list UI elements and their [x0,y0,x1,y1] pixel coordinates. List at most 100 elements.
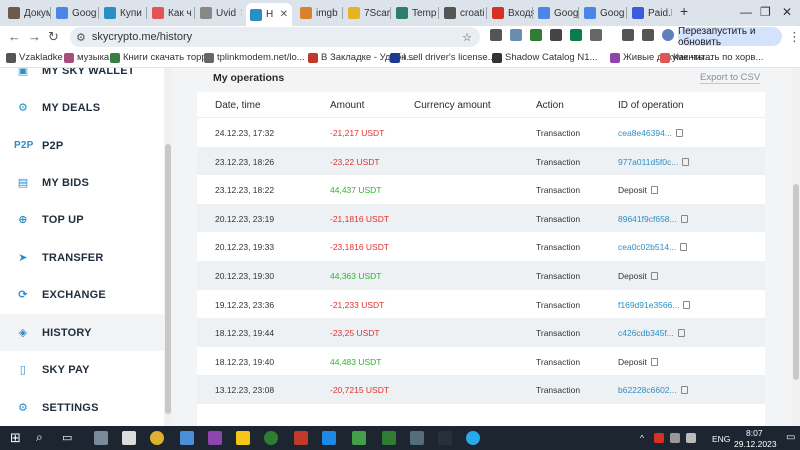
extension-green-icon[interactable] [530,29,542,41]
sidebar-item-exchange[interactable]: ⟳ EXCHANGE [0,276,164,313]
browser-tab[interactable]: Входя✕ [488,3,534,23]
copy-icon[interactable] [680,214,688,223]
settings-gear-icon[interactable] [122,431,136,445]
tab-close-icon[interactable]: ✕ [280,9,288,20]
menu-kebab-icon[interactable]: ⋮ [788,29,800,45]
operation-id-text[interactable]: cea8e46394... [618,128,672,138]
browser-tab[interactable]: Paid.I✕ [628,3,672,23]
windows-start-icon[interactable]: ⊞ [10,430,21,446]
browser-tab[interactable]: Goog✕ [534,3,580,23]
sidebar-item-my-sky-wallet[interactable]: ▣ MY SKY WALLET [0,68,164,89]
clover-app-icon[interactable] [352,431,366,445]
copy-icon[interactable] [675,129,683,137]
site-info-icon[interactable]: ⚙ [76,31,86,44]
back-icon[interactable]: ← [8,29,21,44]
translate-icon[interactable] [490,29,502,41]
operation-id-text[interactable]: 89641f9cf658... [618,214,677,224]
notifications-icon[interactable]: ▭ [786,432,795,443]
tab-label: Paid.I [648,7,672,19]
sidebar-item-my-deals[interactable]: ⚙ MY DEALS [0,89,164,126]
clock-time[interactable]: 8:07 [746,428,763,438]
browser-tab[interactable]: Temp✕ [392,3,438,23]
sync-app-icon[interactable] [322,431,336,445]
copy-icon[interactable] [677,329,685,338]
sidebar-scrollbar-thumb[interactable] [165,144,171,414]
browser-tab[interactable]: Докум✕ [4,3,50,23]
bookmark-item[interactable]: Shadow Catalog N1... [492,52,597,63]
bookmark-item[interactable]: Книги скачать торр... [110,52,215,63]
browser-tab[interactable]: Купи✕ [100,3,146,23]
browser-tab[interactable]: Goog✕ [580,3,626,23]
copy-icon[interactable] [650,186,658,195]
bookmark-item[interactable]: Vzakladke [6,52,63,63]
sidebar-item-p2p[interactable]: P2P P2P [0,127,164,164]
bookmark-item[interactable]: I sell driver's license... [390,52,496,63]
volume-icon[interactable] [686,433,696,443]
bookmark-star-icon[interactable]: ☆ [462,31,472,44]
operation-id-text[interactable]: 977a011d5f0c... [618,157,678,167]
telegram-icon[interactable] [466,431,480,445]
browser-tab[interactable]: H ✕ [246,3,292,26]
app-icon-a[interactable] [410,431,424,445]
search-icon[interactable]: ⌕ [36,430,43,445]
utorrent-icon[interactable] [264,431,278,445]
export-csv-link[interactable]: Export to CSV [700,72,761,84]
reload-icon[interactable]: ↻ [48,29,59,45]
address-bar[interactable]: ⚙ skycrypto.me/history ☆ [70,27,480,47]
mail-icon[interactable] [510,29,522,41]
chrome-icon[interactable] [150,431,164,445]
copy-icon[interactable] [650,357,658,366]
download-icon[interactable] [622,29,634,41]
tray-chevron-icon[interactable]: ^ [640,433,644,443]
maximize-icon[interactable]: ❐ [760,5,771,19]
bookmark-item[interactable]: tplinkmodem.net/lo... [204,52,305,63]
new-tab-button[interactable]: + [680,3,688,19]
bookmark-item[interactable]: музыка [64,52,109,63]
sidebar-item-history[interactable]: ◈ HISTORY [0,314,164,351]
chart-app-icon[interactable] [294,431,308,445]
file-manager-icon[interactable] [94,431,108,445]
side-panel-icon[interactable] [642,29,654,41]
profile-avatar-icon[interactable] [662,29,674,41]
browser-tab[interactable]: Uvid✕ [196,3,242,23]
browser-tab[interactable]: Goog✕ [52,3,98,23]
close-window-icon[interactable]: ✕ [782,5,792,19]
browser-tab[interactable]: imgb✕ [296,3,342,23]
sidebar-item-transfer[interactable]: ➤ TRANSFER [0,239,164,276]
clock-date[interactable]: 29.12.2023 [734,439,777,449]
pencil-app-icon[interactable] [236,431,250,445]
main-scrollbar-thumb[interactable] [793,184,799,380]
copy-icon[interactable] [682,157,690,166]
extensions-puzzle-icon[interactable] [590,29,602,41]
copy-icon[interactable] [683,300,691,309]
operation-id-text[interactable]: c426cdb345f... [618,328,674,338]
extension-grid-icon[interactable] [550,29,562,41]
sidebar-item-my-bids[interactable]: ▤ MY BIDS [0,164,164,201]
tab-close-icon[interactable]: ✕ [240,8,242,19]
operation-id-text[interactable]: f169d91e3566... [618,300,679,310]
browser-tab[interactable]: 7Scar✕ [344,3,390,23]
bookmark-item[interactable]: Как читать по хорв... [660,52,763,63]
minimize-icon[interactable]: — [740,5,752,19]
language-indicator[interactable]: ENG [712,434,730,444]
network-icon[interactable] [670,433,680,443]
app-icon-b[interactable] [438,431,452,445]
restart-update-button[interactable]: Перезапустить и обновить [678,26,782,48]
shield-icon[interactable] [570,29,582,41]
app-window-icon[interactable] [180,431,194,445]
copy-icon[interactable] [680,386,688,395]
copy-icon[interactable] [650,272,658,280]
browser-tab[interactable]: croati✕ [440,3,486,23]
copy-icon[interactable] [680,243,688,252]
task-view-icon[interactable]: ▭ [62,431,72,444]
forward-icon[interactable]: → [28,29,41,44]
terminal-app-icon[interactable] [382,431,396,445]
app-g-icon[interactable] [208,431,222,445]
operation-id-text[interactable]: cea0c02b514... [618,242,676,252]
browser-tab[interactable]: Как ч✕ [148,3,194,23]
sidebar-item-sky-pay[interactable]: ▯ SKY PAY [0,351,164,388]
sidebar-item-settings[interactable]: ⚙ SETTINGS [0,389,164,426]
sidebar-item-top-up[interactable]: ⊕ TOP UP [0,201,164,238]
operation-id-text[interactable]: b62228c6602... [618,385,677,395]
tray-alert-icon[interactable] [654,433,664,443]
